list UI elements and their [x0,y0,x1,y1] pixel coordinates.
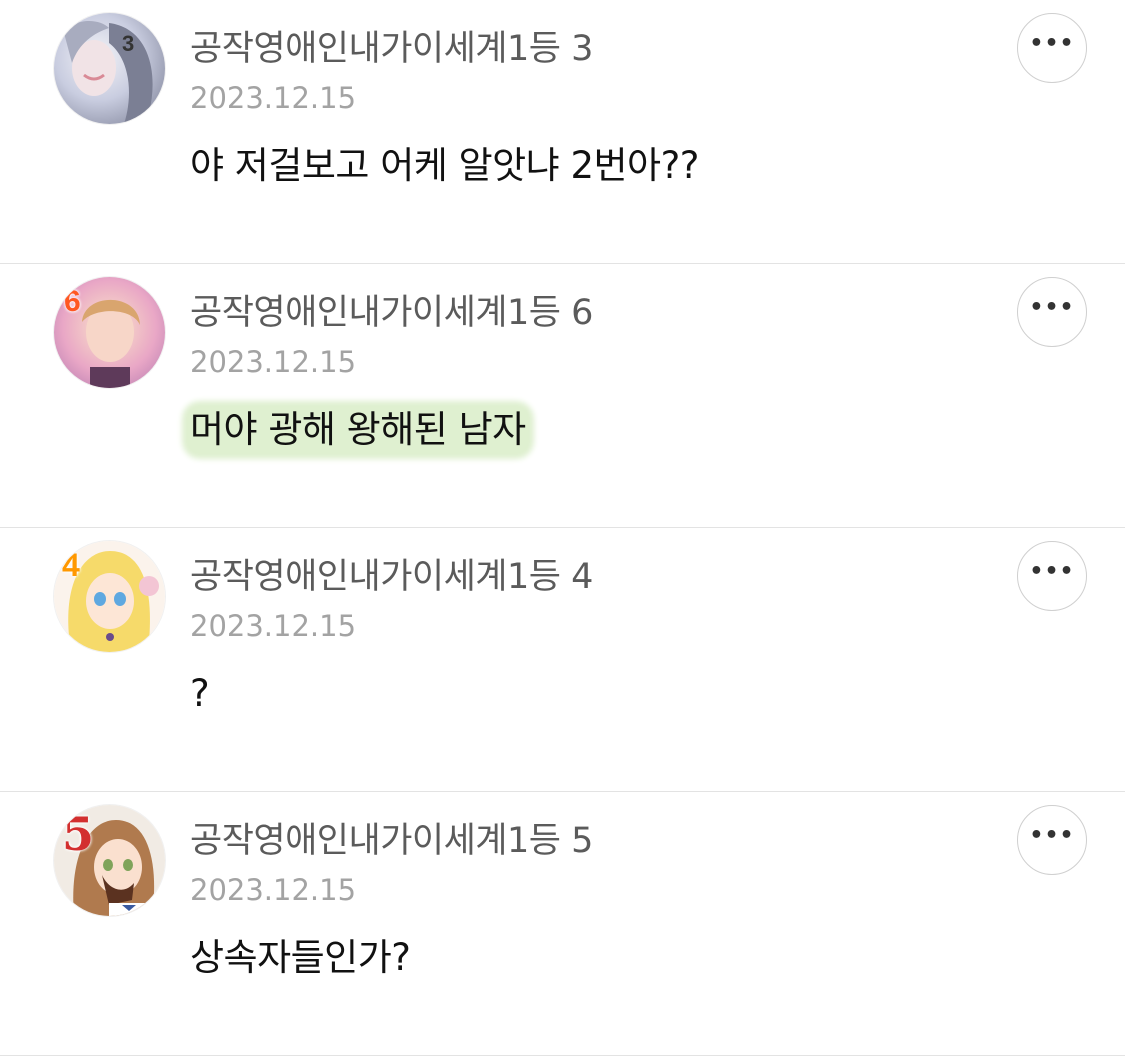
comment-item: 4 공작영애인내가이세계1등 4 2023.12.15 ? ••• [0,528,1125,792]
avatar[interactable]: 6 [54,277,165,388]
more-icon: ••• [1029,823,1075,848]
more-options-button[interactable]: ••• [1017,805,1087,875]
more-icon: ••• [1029,31,1075,56]
author-name[interactable]: 공작영애인내가이세계1등 3 [190,28,593,70]
author-name[interactable]: 공작영애인내가이세계1등 5 [190,820,593,862]
comment-text: ? [190,672,210,715]
comment-item: 6 공작영애인내가이세계1등 6 2023.12.15 머야 광해 왕해된 남자… [0,264,1125,528]
comment-date: 2023.12.15 [190,609,357,643]
badge-number: 4 [62,547,80,583]
badge-number: 5 [62,807,95,861]
more-options-button[interactable]: ••• [1017,277,1087,347]
comment-date: 2023.12.15 [190,81,357,115]
avatar[interactable]: 3 [54,13,165,124]
author-name[interactable]: 공작영애인내가이세계1등 6 [190,292,593,334]
more-icon: ••• [1029,295,1075,320]
avatar[interactable]: 4 [54,541,165,652]
comment-text: 머야 광해 왕해된 남자 [188,407,528,453]
avatar-icon [54,13,165,124]
more-icon: ••• [1029,559,1075,584]
badge-number: 6 [64,285,81,318]
more-options-button[interactable]: ••• [1017,541,1087,611]
more-options-button[interactable]: ••• [1017,13,1087,83]
comment-date: 2023.12.15 [190,345,357,379]
comment-item: 3 공작영애인내가이세계1등 3 2023.12.15 야 저걸보고 어케 알앗… [0,0,1125,264]
comment-text: 상속자들인가? [190,936,411,979]
comment-text: 야 저걸보고 어케 알앗냐 2번아?? [190,144,699,187]
comment-date: 2023.12.15 [190,873,357,907]
badge-number: 3 [122,31,135,56]
author-name[interactable]: 공작영애인내가이세계1등 4 [190,556,593,598]
comment-item: 5 공작영애인내가이세계1등 5 2023.12.15 상속자들인가? ••• [0,792,1125,1056]
avatar[interactable]: 5 [54,805,165,916]
